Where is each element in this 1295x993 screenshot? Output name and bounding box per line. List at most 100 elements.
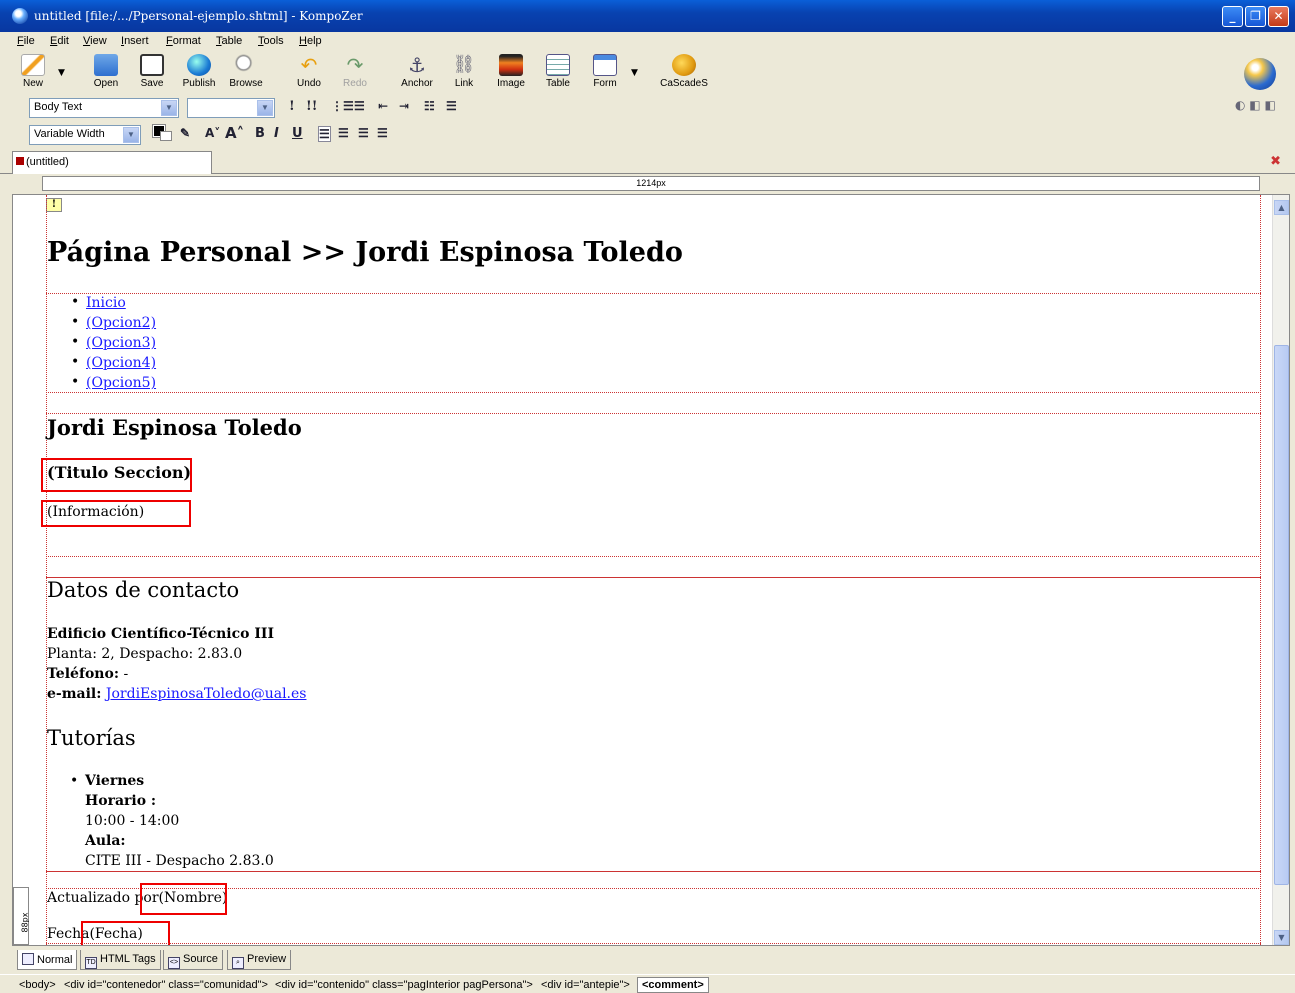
anchor-button[interactable]: ⚓ Anchor	[393, 54, 441, 92]
new-button[interactable]: New	[9, 54, 57, 92]
picture-icon	[499, 54, 523, 76]
tab-html-tags[interactable]: TD HTML Tags	[80, 950, 161, 970]
phone-label: Teléfono:	[47, 666, 119, 682]
tab-source[interactable]: <> Source	[163, 950, 223, 970]
eraser-icon[interactable]: ✎	[180, 126, 190, 140]
nav-link-opcion5[interactable]: (Opcion5)	[86, 375, 156, 391]
bold-button[interactable]: B	[255, 126, 265, 141]
font-size-select[interactable]: ▼	[187, 98, 275, 118]
definition-description-icon[interactable]: ☰	[446, 99, 457, 113]
form-dropdown-arrow-icon[interactable]: ▼	[631, 68, 638, 78]
open-button[interactable]: Open	[82, 54, 130, 92]
nav-link-inicio[interactable]: Inicio	[86, 295, 126, 311]
menu-edit[interactable]: Edit	[50, 35, 69, 47]
scroll-up-icon[interactable]: ▲	[1274, 200, 1289, 215]
format-toolbar-1: Body Text ▼ ▼ ! !! ⋮☰ ☰ ⇤ ⇥ ☷ ☰ ◐ ◧ ◧	[0, 94, 1295, 120]
italic-button[interactable]: I	[274, 126, 279, 141]
vertical-scrollbar[interactable]: ▲ ▼	[1272, 195, 1289, 945]
office-text[interactable]: Planta: 2, Despacho: 2.83.0	[47, 646, 242, 662]
menu-format[interactable]: Format	[166, 35, 201, 47]
breadcrumb-antepie[interactable]: <div id="antepie">	[541, 979, 630, 991]
menu-tools[interactable]: Tools	[258, 35, 284, 47]
image-button[interactable]: Image	[487, 54, 535, 92]
definition-term-icon[interactable]: ☷	[424, 99, 435, 113]
save-button[interactable]: Save	[128, 54, 176, 92]
contact-heading[interactable]: Datos de contacto	[47, 578, 239, 602]
breadcrumb-contenido[interactable]: <div id="contenido" class="pagInterior p…	[275, 979, 533, 991]
cascades-button[interactable]: CaScadeS	[660, 54, 708, 92]
close-tab-icon[interactable]: ✖	[1270, 154, 1281, 169]
chevron-down-icon: ▼	[161, 100, 177, 116]
menu-table[interactable]: Table	[216, 35, 242, 47]
nav-link-opcion4[interactable]: (Opcion4)	[86, 355, 156, 371]
link-button[interactable]: ⛓ Link	[440, 54, 488, 92]
menu-help[interactable]: Help	[299, 35, 322, 47]
minimize-button[interactable]: _	[1222, 6, 1243, 27]
menu-view[interactable]: View	[83, 35, 107, 47]
breadcrumb-body[interactable]: <body>	[19, 979, 56, 991]
breadcrumb-contenedor[interactable]: <div id="contenedor" class="comunidad">	[64, 979, 268, 991]
outdent-icon[interactable]: ⇤	[378, 99, 388, 113]
chevron-down-icon: ▼	[123, 127, 139, 143]
editor-area[interactable]: ! Página Personal >> Jordi Espinosa Tole…	[12, 194, 1290, 946]
table-button[interactable]: Table	[534, 54, 582, 92]
form-button[interactable]: Form	[581, 54, 629, 92]
building-text[interactable]: Edificio Científico-Técnico III	[47, 626, 274, 642]
close-window-button[interactable]: ✕	[1268, 6, 1289, 27]
document-modified-icon	[16, 157, 24, 165]
email-link[interactable]: JordiEspinosaToledo@ual.es	[106, 686, 307, 702]
scroll-down-icon[interactable]: ▼	[1274, 930, 1289, 945]
bulleted-list-icon[interactable]: ☰	[354, 99, 365, 113]
name-heading[interactable]: Jordi Espinosa Toledo	[47, 415, 302, 440]
css-palette-icon	[672, 54, 696, 76]
highlight-box	[140, 883, 227, 915]
align-center-icon[interactable]: ☰	[338, 126, 349, 140]
schedule-value[interactable]: 10:00 - 14:00	[85, 813, 274, 833]
tab-normal[interactable]: Normal	[17, 950, 78, 970]
emphasis-button[interactable]: !	[289, 99, 295, 114]
tab-preview[interactable]: ⌕ Preview	[227, 950, 292, 970]
magnifier-icon	[234, 54, 258, 76]
menu-file[interactable]: File	[17, 35, 35, 47]
schedule-label[interactable]: Horario :	[85, 793, 274, 813]
new-dropdown-arrow-icon[interactable]: ▼	[58, 68, 65, 78]
align-left-icon[interactable]: ☰	[318, 126, 331, 142]
tab-untitled[interactable]: (untitled)	[12, 151, 212, 174]
strong-emphasis-button[interactable]: !!	[306, 99, 317, 114]
browse-button[interactable]: Browse	[222, 54, 270, 92]
tutoring-heading[interactable]: Tutorías	[47, 726, 136, 750]
highlight-color-swatch[interactable]	[160, 131, 172, 141]
room-value[interactable]: CITE III - Despacho 2.83.0	[85, 853, 274, 873]
align-right-icon[interactable]: ☰	[358, 126, 369, 140]
maximize-button[interactable]: ❐	[1245, 6, 1266, 27]
underline-button[interactable]: U	[292, 126, 303, 141]
breadcrumb-comment[interactable]: <comment>	[637, 977, 709, 993]
list-item: Viernes Horario : 10:00 - 14:00 Aula: CI…	[70, 773, 274, 873]
nav-link-opcion2[interactable]: (Opcion2)	[86, 315, 156, 331]
justify-icon[interactable]: ☰	[377, 126, 388, 140]
small-zoom-icons[interactable]: ◐ ◧ ◧	[1235, 98, 1276, 112]
indent-icon[interactable]: ⇥	[399, 99, 409, 113]
warning-comment-icon[interactable]: !	[46, 198, 62, 212]
room-label[interactable]: Aula:	[85, 833, 274, 853]
redo-button[interactable]: ↷ Redo	[331, 54, 379, 92]
publish-button[interactable]: Publish	[175, 54, 223, 92]
larger-font-button[interactable]: A˄	[225, 124, 244, 142]
paragraph-style-select[interactable]: Body Text ▼	[29, 98, 179, 118]
document-content[interactable]: ! Página Personal >> Jordi Espinosa Tole…	[41, 195, 1261, 945]
status-bar: <body> <div id="contenedor" class="comun…	[0, 974, 1295, 993]
scroll-thumb[interactable]	[1274, 345, 1289, 885]
undo-button[interactable]: ↶ Undo	[285, 54, 333, 92]
tutoring-day[interactable]: Viernes	[85, 773, 274, 793]
div-border	[46, 556, 1261, 557]
email-line[interactable]: e-mail: JordiEspinosaToledo@ual.es	[47, 686, 306, 702]
menu-insert[interactable]: Insert	[121, 35, 149, 47]
nav-link-opcion3[interactable]: (Opcion3)	[86, 335, 156, 351]
highlight-box	[41, 500, 191, 527]
numbered-list-icon[interactable]: ⋮☰	[331, 99, 354, 113]
font-family-select[interactable]: Variable Width ▼	[29, 125, 141, 145]
div-border	[46, 413, 1261, 414]
smaller-font-button[interactable]: A˅	[205, 126, 220, 140]
page-title[interactable]: Página Personal >> Jordi Espinosa Toledo	[47, 237, 683, 268]
phone-line[interactable]: Teléfono: -	[47, 666, 128, 682]
